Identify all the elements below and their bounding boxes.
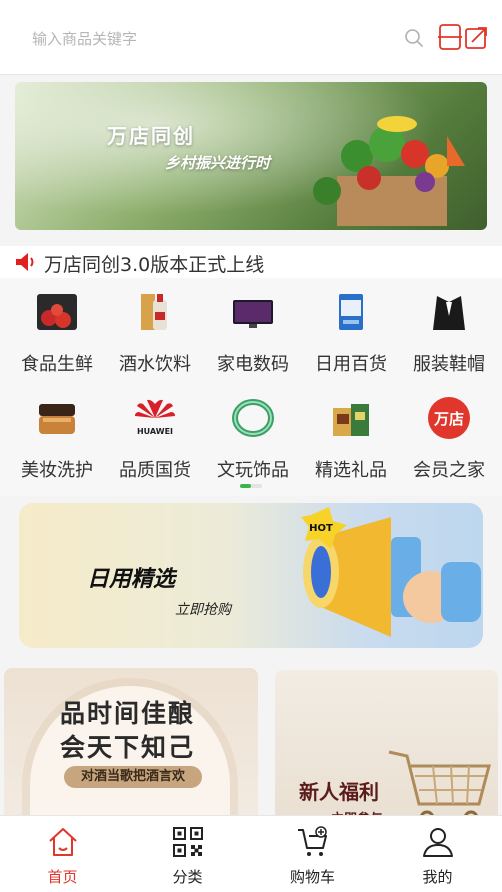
user-icon — [423, 828, 453, 857]
qr-code-icon — [173, 827, 203, 857]
cosmetic-jar-icon — [39, 404, 75, 434]
category-members[interactable]: 万店 会员之家 — [400, 388, 498, 492]
gift-box-icon — [333, 404, 369, 436]
newcomer-card[interactable]: 新人福利 立即参与 — [275, 670, 498, 830]
category-gifts[interactable]: 精选礼品 — [302, 388, 400, 492]
wandian-badge-text: 万店 — [433, 410, 464, 428]
cart-icon — [298, 826, 327, 856]
wine-card-line1: 品时间佳酿 — [60, 699, 196, 728]
category-label: 食品生鲜 — [21, 354, 93, 375]
category-food[interactable]: 食品生鲜 — [8, 282, 106, 386]
huawei-logo-icon: HUAWEI — [135, 399, 175, 436]
tab-label: 首页 — [47, 868, 78, 886]
search-input[interactable] — [30, 22, 394, 56]
hot-badge-text: HOT — [309, 523, 333, 534]
search-bar — [0, 0, 502, 75]
search-icon[interactable] — [404, 28, 424, 48]
category-scroll-indicator — [240, 484, 262, 488]
tab-profile[interactable]: 我的 — [375, 816, 500, 892]
tab-home[interactable]: 首页 — [0, 816, 125, 892]
home-icon — [49, 828, 77, 856]
promo-title: 日用精选 — [87, 567, 176, 592]
wandian-badge-icon: 万店 — [428, 397, 470, 439]
banner-subtitle: 乡村振兴进行时 — [165, 154, 271, 172]
notice-text: 万店同创3.0版本正式上线 — [44, 254, 265, 276]
category-grid: 食品生鲜 酒水饮料 家电数码 日用百货 服装鞋帽 美妆洗护 HUAWEI 品质国… — [0, 278, 502, 496]
category-label: 会员之家 — [413, 460, 485, 481]
banner-carousel[interactable]: 万店同创 乡村振兴进行时 — [15, 82, 487, 230]
vegetable-basket-image — [313, 116, 465, 226]
wine-card-tagline: 对酒当歌把酒言欢 — [64, 766, 202, 788]
tab-label: 购物车 — [289, 868, 335, 886]
speaker-icon — [16, 253, 34, 271]
tab-label: 我的 — [422, 868, 453, 886]
tissue-box-icon — [339, 294, 363, 330]
category-drinks[interactable]: 酒水饮料 — [106, 282, 204, 386]
category-electronics[interactable]: 家电数码 — [204, 282, 302, 386]
tab-cart[interactable]: 购物车 — [250, 816, 375, 892]
banner-title: 万店同创 — [107, 124, 195, 148]
apple-box-icon — [37, 294, 77, 330]
category-label: 服装鞋帽 — [413, 354, 485, 375]
tab-label: 分类 — [172, 868, 203, 886]
category-label: 品质国货 — [119, 460, 191, 481]
category-apparel[interactable]: 服装鞋帽 — [400, 282, 498, 386]
liquor-bottle-icon — [141, 294, 167, 330]
promo-banner[interactable]: 日用精选 立即抢购 HOT — [19, 503, 483, 648]
wine-promo-card[interactable]: 品时间佳酿 会天下知己 对酒当歌把酒言欢 — [4, 668, 258, 828]
suit-icon — [433, 296, 465, 330]
wine-card-line2: 会天下知己 — [60, 733, 196, 762]
newcomer-title: 新人福利 — [299, 780, 379, 804]
bottom-tab-bar: 首页 分类 购物车 我的 — [0, 815, 502, 892]
huawei-logo-text: HUAWEI — [137, 427, 173, 436]
category-label: 家电数码 — [217, 354, 289, 375]
category-label: 文玩饰品 — [217, 460, 289, 481]
category-beauty[interactable]: 美妆洗护 — [8, 388, 106, 492]
scan-icon[interactable] — [438, 24, 488, 50]
category-label: 日用百货 — [315, 354, 387, 375]
category-label: 酒水饮料 — [119, 354, 191, 375]
notice-bar[interactable]: 万店同创3.0版本正式上线 — [0, 246, 502, 278]
megaphone-hand-image: HOT — [301, 507, 481, 637]
promo-subtitle: 立即抢购 — [175, 602, 231, 618]
category-collectibles[interactable]: 文玩饰品 — [204, 388, 302, 492]
category-daily[interactable]: 日用百货 — [302, 282, 400, 386]
tab-category[interactable]: 分类 — [125, 816, 250, 892]
jade-bracelet-icon — [232, 399, 274, 437]
category-domestic-brands[interactable]: HUAWEI 品质国货 — [106, 388, 204, 492]
category-label: 精选礼品 — [315, 460, 387, 481]
category-label: 美妆洗护 — [21, 460, 93, 481]
tv-icon — [233, 300, 273, 328]
